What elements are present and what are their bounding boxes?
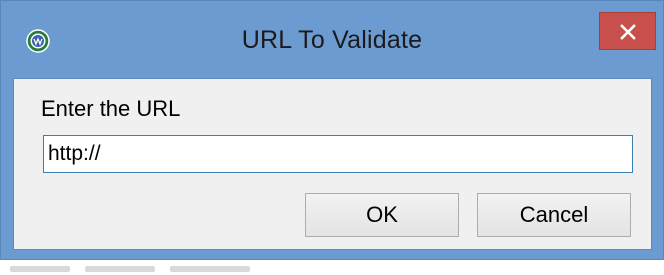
dialog-title: URL To Validate: [241, 26, 423, 54]
close-button[interactable]: [599, 12, 656, 50]
ok-button[interactable]: OK: [305, 193, 459, 237]
url-validate-dialog: URL To Validate Enter the URL OK Cancel: [0, 0, 664, 260]
url-prompt-label: Enter the URL: [41, 96, 181, 121]
title-bar[interactable]: URL To Validate: [1, 1, 663, 77]
background-content: [10, 266, 70, 272]
background-window-bottom: [0, 262, 664, 275]
background-content: [170, 266, 250, 272]
url-input[interactable]: [43, 135, 633, 173]
background-content: [85, 266, 155, 272]
cancel-button[interactable]: Cancel: [477, 193, 631, 237]
close-icon: [620, 24, 636, 40]
